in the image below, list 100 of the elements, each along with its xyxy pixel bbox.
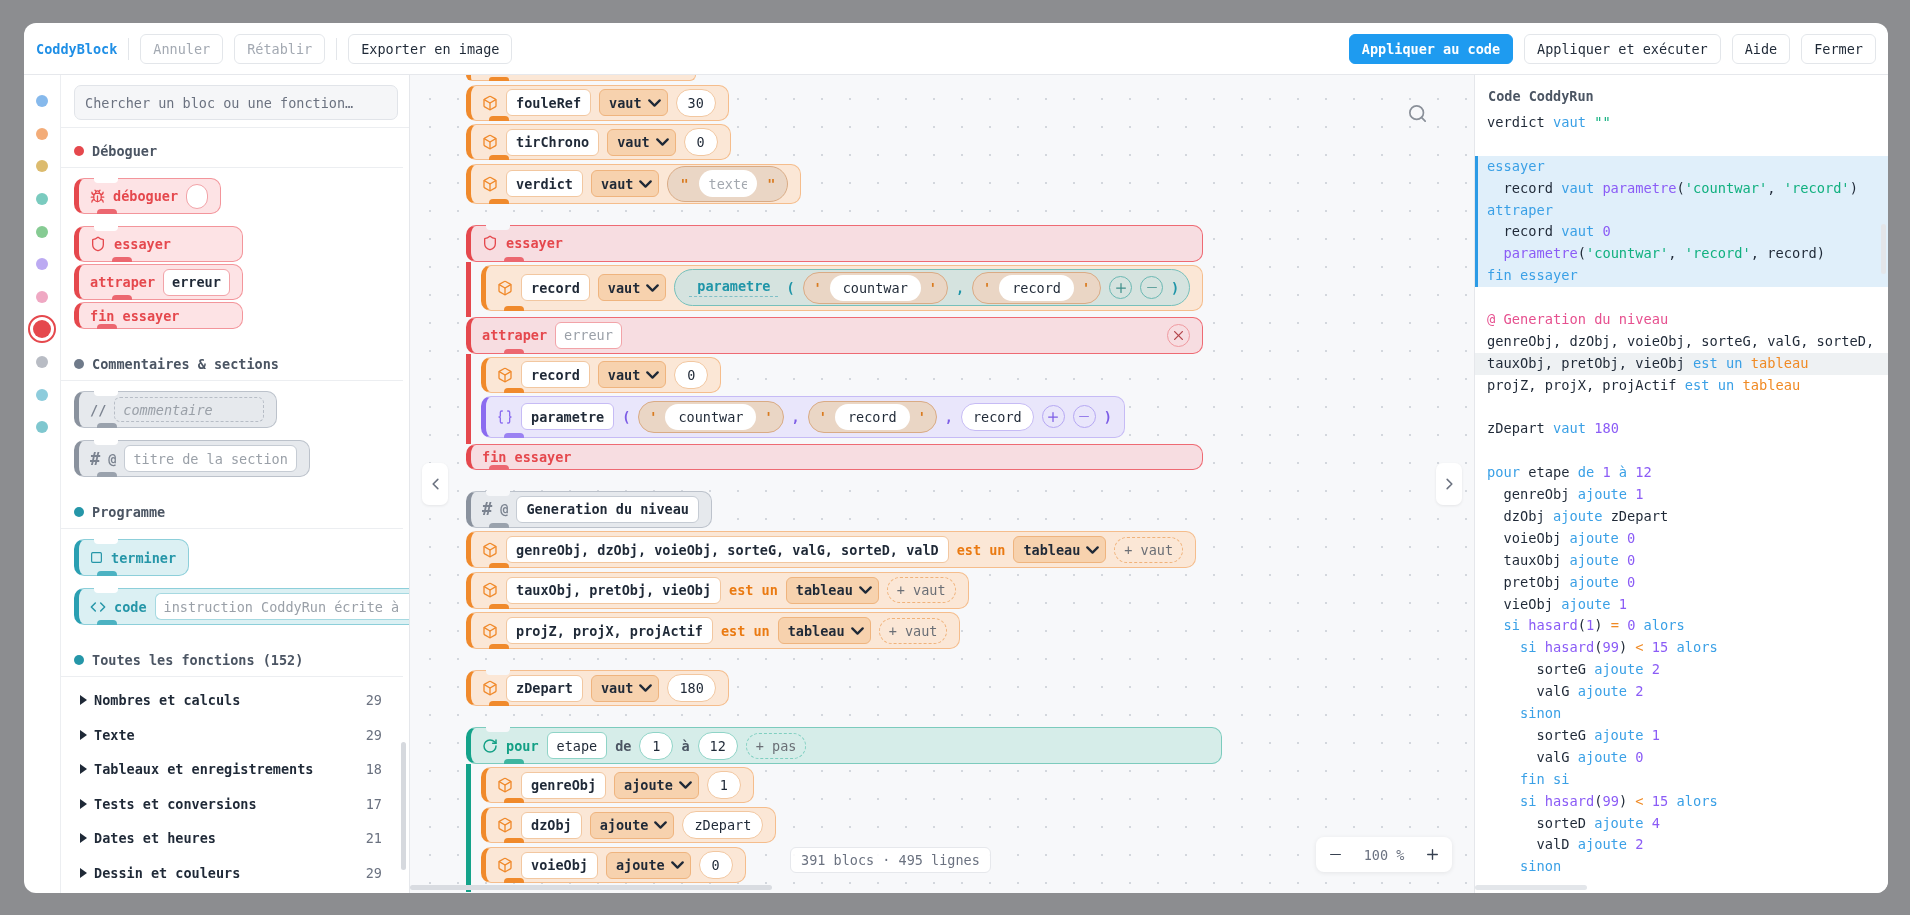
variable-list-field[interactable]: projZ, projX, projActif [506, 617, 713, 644]
code-line: voieObj ajoute 0 [1502, 528, 1637, 548]
variable-field[interactable]: fouleRef [506, 89, 592, 116]
scrollbar-thumb[interactable] [401, 742, 406, 870]
text-field[interactable]: countwar [665, 403, 757, 430]
search-field[interactable]: Chercher un bloc ou une fonction… [74, 85, 398, 120]
code-line: pour etape de 1 à 12 [1486, 463, 1653, 483]
function-name-field[interactable]: parametre [521, 403, 615, 430]
comma: , [944, 408, 953, 425]
operator-dropdown[interactable]: vaut [607, 128, 676, 156]
scrollbar-thumb[interactable] [1475, 885, 1587, 890]
chevron-down-icon [1086, 545, 1100, 554]
operator-dropdown[interactable]: vaut [597, 274, 667, 301]
cube-icon [497, 366, 513, 383]
shield-icon [482, 235, 498, 251]
number-field[interactable]: 12 [697, 731, 738, 760]
operator-dropdown[interactable]: vaut [597, 361, 667, 388]
number-field[interactable]: 0 [698, 851, 733, 879]
category-dot-icon[interactable] [28, 315, 56, 344]
category-item[interactable]: Texte 29 [61, 717, 409, 752]
type-dropdown[interactable]: tableau [777, 617, 871, 644]
category-dot-icon[interactable] [36, 127, 48, 140]
code-line: genreObj ajoute 1 [1502, 485, 1645, 505]
search-icon [1409, 105, 1426, 122]
block-count-label: 391 blocs · 495 lignes [790, 847, 991, 873]
category-dot-icon[interactable] [36, 225, 48, 238]
text-field[interactable]: record [834, 403, 910, 430]
block-label: essayer [114, 236, 171, 252]
category-dot-icon[interactable] [36, 160, 48, 173]
category-dot-icon[interactable] [36, 388, 48, 401]
variable-field[interactable]: record [521, 361, 590, 388]
category-item[interactable]: Dates et heures 21 [61, 821, 409, 856]
toolbar-button[interactable]: Aide [1731, 33, 1791, 64]
number-field[interactable]: 30 [675, 88, 716, 117]
category-dot-icon[interactable] [36, 258, 48, 271]
operator-dropdown[interactable]: ajoute [589, 811, 675, 839]
category-dot-icon[interactable] [36, 193, 48, 206]
variable-field[interactable]: genreObj [521, 771, 607, 799]
category-item[interactable]: Tests et conversions 17 [61, 786, 409, 821]
text-field[interactable]: countwar [829, 274, 921, 301]
number-field[interactable]: 0 [683, 128, 718, 156]
chevron-down-icon [646, 283, 660, 292]
scrollbar-thumb[interactable] [410, 885, 772, 890]
variable-list-field[interactable]: tauxObj, pretObj, vieObj [506, 576, 722, 604]
value-field[interactable] [186, 183, 209, 209]
braces-icon [497, 408, 513, 425]
toolbar-button[interactable]: Fermer [1801, 33, 1876, 64]
variable-field[interactable]: verdict [506, 170, 583, 197]
error-variable-field[interactable]: erreur [555, 321, 622, 349]
category-dot-icon[interactable] [36, 421, 48, 434]
section-title-field[interactable]: Generation du niveau [516, 495, 699, 523]
variable-list-field[interactable]: genreObj, dzObj, voieObj, sorteG, valG, sorteD, valD [506, 536, 949, 563]
operator-dropdown[interactable]: vaut [590, 674, 660, 702]
quote-mark: ' [983, 279, 992, 296]
type-dropdown[interactable]: tableau [785, 576, 879, 604]
code-line: si hasard(1) = 0 alors [1502, 616, 1686, 636]
operator-dropdown[interactable]: ajoute [605, 851, 691, 879]
operator-dropdown[interactable]: vaut [590, 170, 660, 197]
category-dot-icon[interactable] [36, 290, 48, 303]
number-field[interactable]: 1 [706, 771, 741, 799]
minus-icon [1329, 853, 1341, 856]
app-title: CoddyBlock [36, 40, 118, 57]
number-field[interactable]: 1 [639, 731, 674, 760]
operator-dropdown[interactable]: ajoute [614, 771, 699, 799]
type-dropdown[interactable]: tableau [1013, 536, 1107, 563]
collapse-palette-button[interactable] [422, 463, 448, 505]
section-title: Toutes les fonctions (152) [92, 652, 304, 668]
variable-field[interactable]: record [960, 402, 1034, 431]
chevron-down-icon [639, 179, 653, 188]
code-line: pretObj ajoute 0 [1502, 572, 1637, 592]
loop-variable-field[interactable]: etape [546, 732, 608, 759]
variable-field[interactable]: dzObj [521, 811, 582, 839]
category-dot-icon[interactable] [36, 356, 48, 369]
text-field[interactable]: record [999, 274, 1074, 301]
toolbar-button[interactable]: Appliquer et exécuter [1524, 33, 1721, 64]
zoom-in-button[interactable] [1426, 847, 1440, 862]
variable-field[interactable]: zDepart [682, 811, 764, 839]
variable-field[interactable]: tirChrono [506, 128, 600, 156]
comment-field[interactable]: commentaire [114, 397, 264, 422]
variable-field[interactable]: zDepart [506, 674, 583, 702]
category-item[interactable]: Tableaux et enregistrements 18 [61, 752, 409, 787]
category-item[interactable]: Dessin et couleurs 29 [61, 855, 409, 890]
open-paren: ( [786, 279, 795, 296]
block-label: essayer [506, 235, 563, 251]
quote-mark: ' [917, 408, 926, 425]
section-title-field[interactable]: titre de la section [124, 445, 297, 472]
error-variable-field[interactable]: erreur [163, 268, 230, 296]
category-item[interactable]: Nombres et calculs 29 [61, 683, 409, 718]
variable-field[interactable]: voieObj [521, 851, 598, 879]
category-dot-icon[interactable] [36, 95, 48, 108]
code-line: valG ajoute 0 [1535, 747, 1645, 767]
variable-field[interactable]: record [521, 274, 590, 301]
operator-dropdown[interactable]: vaut [599, 89, 668, 116]
number-field[interactable]: 180 [667, 674, 716, 702]
search-button[interactable] [1409, 105, 1426, 122]
code-field[interactable]: instruction CoddyRun écrite à [154, 593, 409, 620]
code-line: tauxObj ajoute 0 [1502, 550, 1637, 570]
number-field[interactable]: 0 [674, 360, 709, 389]
collapse-code-button[interactable] [1436, 463, 1462, 505]
toolbar-button[interactable]: Exporter en image [348, 33, 513, 64]
